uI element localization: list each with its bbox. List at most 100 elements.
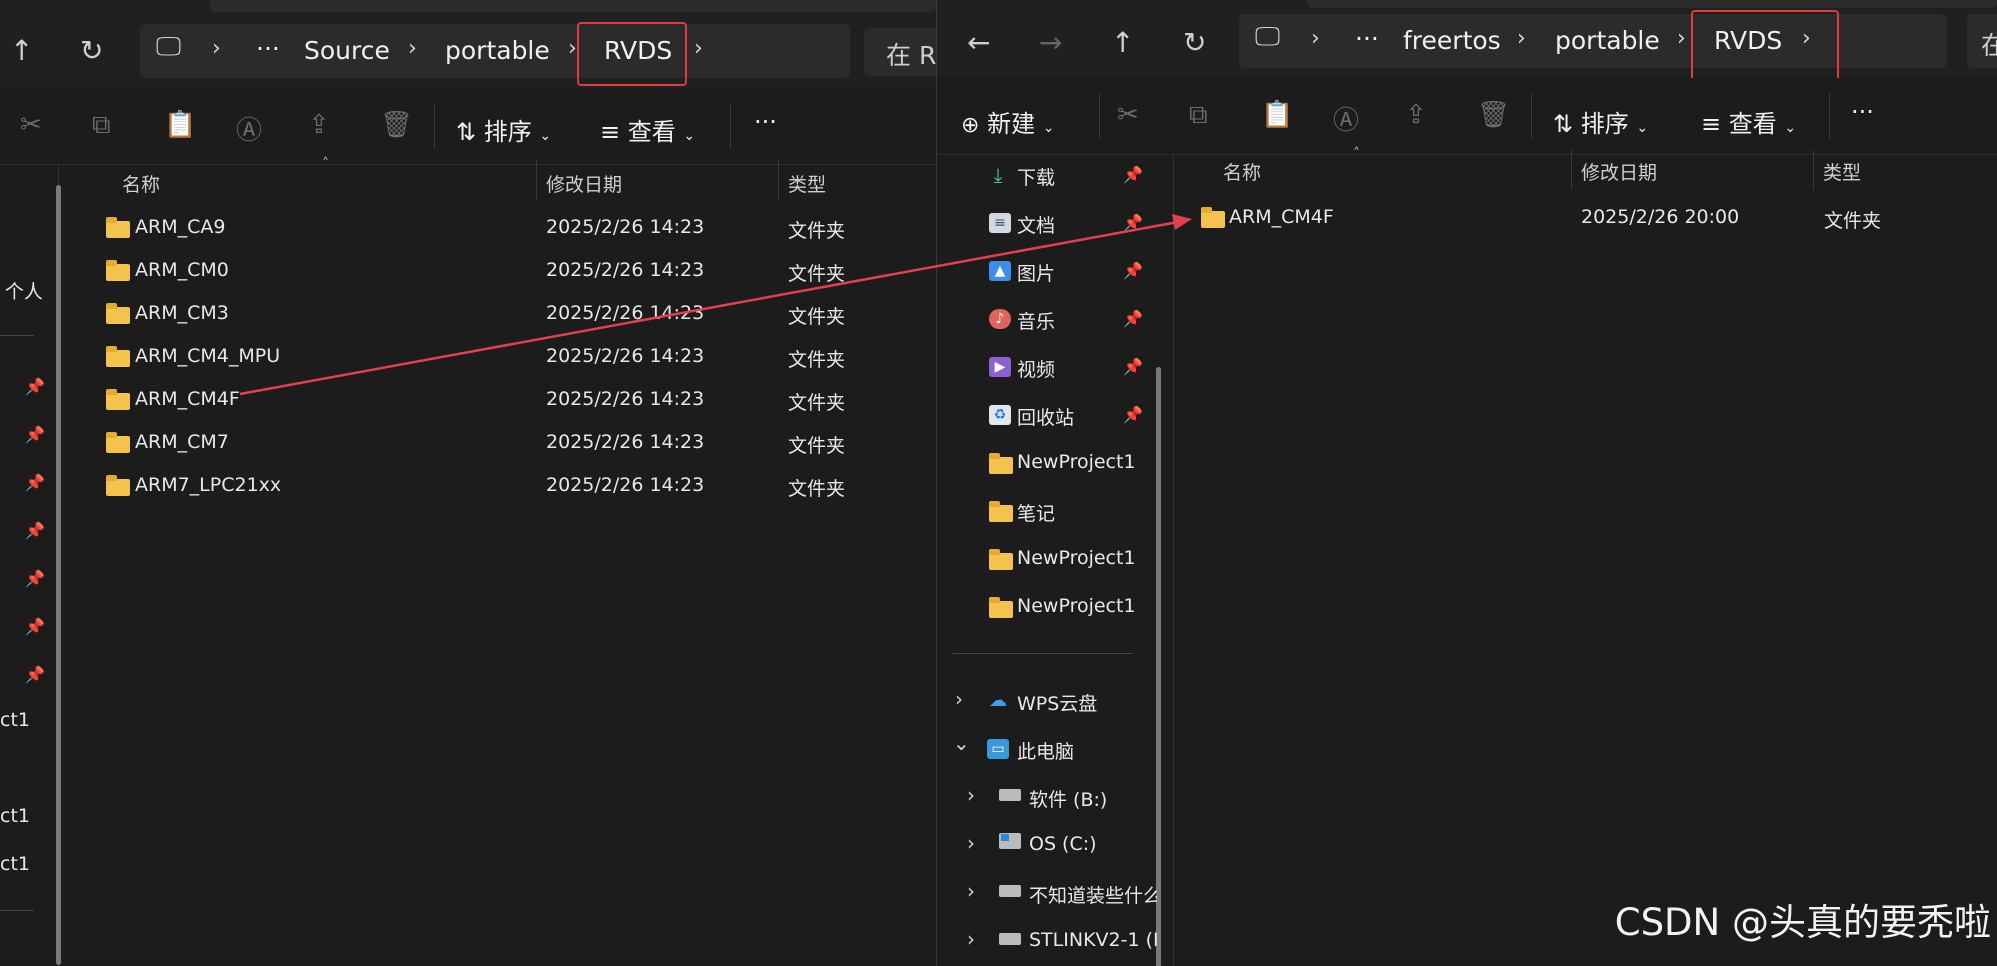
- column-separator[interactable]: [1813, 150, 1814, 190]
- breadcrumb-portable[interactable]: portable: [1555, 26, 1660, 55]
- chevron-right-icon[interactable]: ›: [967, 831, 975, 855]
- column-header-type[interactable]: 类型: [1823, 158, 1861, 185]
- quick-access-item[interactable]: ▲ 图片 📌: [937, 251, 1157, 291]
- paste-icon[interactable]: 📋: [164, 110, 196, 140]
- share-icon[interactable]: ⇪: [308, 110, 330, 140]
- file-row[interactable]: ARM_CM0 2025/2/26 14:23 文件夹: [76, 251, 936, 291]
- breadcrumb-portable[interactable]: portable: [445, 36, 550, 65]
- nav-item-project[interactable]: ct1: [0, 709, 30, 731]
- left-search-box[interactable]: 在 R: [864, 28, 936, 76]
- breadcrumb-overflow[interactable]: ···: [256, 34, 280, 63]
- chevron-right-icon[interactable]: ›: [568, 36, 577, 61]
- tree-item-stlink[interactable]: › STLINKV2-1 (I: [937, 921, 1157, 961]
- pin-icon[interactable]: 📌: [1123, 165, 1143, 184]
- quick-access-item[interactable]: ♪ 音乐 📌: [937, 299, 1157, 339]
- tree-item-drive-d[interactable]: › 不知道装些什么: [937, 873, 1157, 913]
- pin-icon[interactable]: 📌: [25, 569, 45, 588]
- column-header-name[interactable]: 名称: [1223, 158, 1261, 185]
- tree-item-drive-c[interactable]: › OS (C:): [937, 825, 1157, 865]
- column-separator[interactable]: [1571, 150, 1572, 190]
- breadcrumb-overflow[interactable]: ···: [1355, 24, 1379, 53]
- file-row[interactable]: ARM_CM4F 2025/2/26 14:23 文件夹: [76, 380, 936, 420]
- breadcrumb-freertos[interactable]: freertos: [1403, 26, 1501, 55]
- pin-icon[interactable]: 📌: [1123, 405, 1143, 424]
- left-address-bar[interactable]: 🖵 › ··· Source › portable › RVDS ›: [140, 24, 850, 78]
- quick-access-item[interactable]: NewProject1: [937, 539, 1157, 579]
- left-nav-scrollbar[interactable]: [56, 185, 61, 965]
- column-header-type[interactable]: 类型: [788, 170, 826, 197]
- column-header-date[interactable]: 修改日期: [1581, 158, 1657, 185]
- column-separator[interactable]: [778, 160, 779, 200]
- delete-icon[interactable]: 🗑: [1477, 100, 1510, 130]
- tree-item-drive-b[interactable]: › 软件 (B:): [937, 777, 1157, 817]
- sort-button[interactable]: ⇅ 排序 ⌄: [456, 112, 551, 147]
- chevron-right-icon[interactable]: ›: [408, 36, 417, 61]
- chevron-down-icon[interactable]: ⌄: [953, 731, 970, 755]
- file-row[interactable]: ARM_CM7 2025/2/26 14:23 文件夹: [76, 423, 936, 463]
- pin-icon[interactable]: 📌: [1123, 357, 1143, 376]
- tree-item-wps[interactable]: › ☁ WPS云盘: [937, 681, 1157, 721]
- pin-icon[interactable]: 📌: [25, 521, 45, 540]
- new-button[interactable]: ⊕ 新建 ⌄: [961, 104, 1054, 139]
- file-row[interactable]: ARM7_LPC21xx 2025/2/26 14:23 文件夹: [76, 466, 936, 506]
- view-button[interactable]: ≡ 查看 ⌄: [600, 112, 695, 147]
- quick-access-item[interactable]: NewProject1: [937, 443, 1157, 483]
- pin-icon[interactable]: 📌: [25, 665, 45, 684]
- up-arrow-icon[interactable]: ↑: [10, 34, 33, 67]
- back-arrow-icon[interactable]: ←: [967, 26, 990, 59]
- chevron-right-icon[interactable]: ›: [967, 783, 975, 807]
- rename-icon[interactable]: Ⓐ: [1333, 100, 1359, 137]
- pin-icon[interactable]: 📌: [1123, 309, 1143, 328]
- quick-access-item[interactable]: ≡ 文档 📌: [937, 203, 1157, 243]
- nav-item-project[interactable]: ct1: [0, 805, 30, 827]
- column-separator[interactable]: [536, 160, 537, 200]
- chevron-right-icon[interactable]: ›: [1311, 26, 1320, 51]
- file-row[interactable]: ARM_CM3 2025/2/26 14:23 文件夹: [76, 294, 936, 334]
- sort-button[interactable]: ⇅ 排序 ⌄: [1553, 104, 1648, 139]
- right-address-bar[interactable]: 🖵 › ··· freertos › portable › RVDS ›: [1239, 14, 1947, 68]
- cut-icon[interactable]: ✂: [20, 110, 42, 140]
- quick-access-item[interactable]: ♻ 回收站 📌: [937, 395, 1157, 435]
- nav-item-project[interactable]: ct1: [0, 853, 30, 875]
- chevron-right-icon[interactable]: ›: [967, 879, 975, 903]
- copy-icon[interactable]: ⧉: [92, 110, 111, 141]
- chevron-right-icon[interactable]: ›: [694, 36, 703, 61]
- pin-icon[interactable]: 📌: [1123, 261, 1143, 280]
- share-icon[interactable]: ⇪: [1405, 100, 1427, 130]
- pin-icon[interactable]: 📌: [25, 377, 45, 396]
- file-row[interactable]: ARM_CM4_MPU 2025/2/26 14:23 文件夹: [76, 337, 936, 377]
- tree-item-this-pc[interactable]: ⌄ ▭ 此电脑: [937, 729, 1157, 769]
- more-options-button[interactable]: ···: [754, 108, 777, 136]
- refresh-icon[interactable]: ↻: [1183, 26, 1206, 59]
- up-arrow-icon[interactable]: ↑: [1111, 26, 1134, 59]
- pin-icon[interactable]: 📌: [25, 473, 45, 492]
- copy-icon[interactable]: ⧉: [1189, 100, 1208, 131]
- cut-icon[interactable]: ✂: [1117, 100, 1139, 130]
- quick-access-item[interactable]: 笔记: [937, 491, 1157, 531]
- delete-icon[interactable]: 🗑: [380, 110, 413, 140]
- column-header-name[interactable]: 名称: [122, 170, 160, 197]
- pin-icon[interactable]: 📌: [25, 425, 45, 444]
- forward-arrow-icon[interactable]: →: [1039, 26, 1062, 59]
- pin-icon[interactable]: 📌: [25, 617, 45, 636]
- chevron-right-icon[interactable]: ›: [955, 687, 963, 711]
- column-header-date[interactable]: 修改日期: [546, 170, 622, 197]
- nav-item-personal[interactable]: - 个人: [0, 277, 43, 304]
- refresh-icon[interactable]: ↻: [80, 34, 103, 67]
- chevron-right-icon[interactable]: ›: [212, 36, 221, 61]
- quick-access-item[interactable]: ⤓ 下载 📌: [937, 155, 1157, 195]
- chevron-right-icon[interactable]: ›: [967, 927, 975, 951]
- file-row[interactable]: ARM_CM4F 2025/2/26 20:00 文件夹: [1173, 198, 1997, 238]
- breadcrumb-source[interactable]: Source: [304, 36, 390, 65]
- view-button[interactable]: ≡ 查看 ⌄: [1701, 104, 1796, 139]
- pin-icon[interactable]: 📌: [1123, 213, 1143, 232]
- quick-access-item[interactable]: ▶ 视频 📌: [937, 347, 1157, 387]
- paste-icon[interactable]: 📋: [1261, 100, 1293, 130]
- rename-icon[interactable]: Ⓐ: [236, 110, 262, 147]
- quick-access-item[interactable]: NewProject1: [937, 587, 1157, 627]
- chevron-right-icon[interactable]: ›: [1677, 26, 1686, 51]
- chevron-right-icon[interactable]: ›: [1517, 26, 1526, 51]
- more-options-button[interactable]: ···: [1851, 98, 1874, 126]
- right-search-box[interactable]: 在: [1967, 14, 1997, 68]
- file-row[interactable]: ARM_CA9 2025/2/26 14:23 文件夹: [76, 208, 936, 248]
